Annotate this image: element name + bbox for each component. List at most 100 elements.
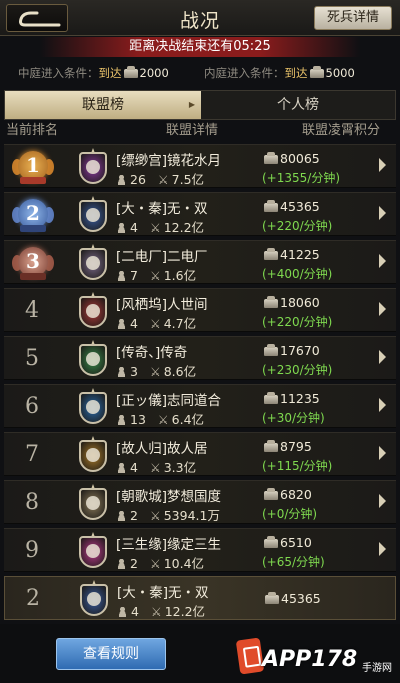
alliance-emblem-icon <box>74 436 112 474</box>
alliance-row[interactable]: 9 [三生缘]缘定三生 2 ⚔ 10.4亿 6510 (+65/分钟) <box>4 528 396 572</box>
row-detail-arrow-icon[interactable] <box>379 158 386 172</box>
alliance-stats: 26 ⚔ 7.5亿 <box>116 169 204 188</box>
row-detail-arrow-icon[interactable] <box>379 302 386 316</box>
score-icon <box>264 440 278 452</box>
alliance-score-rate: (+30/分钟) <box>262 411 325 425</box>
row-detail-arrow-icon[interactable] <box>379 254 386 268</box>
rank-number: 1 <box>26 153 40 177</box>
alliance-power: 1.6亿 <box>163 268 197 283</box>
alliance-power: 7.5亿 <box>171 172 205 187</box>
power-icon: ⚔ <box>150 605 162 619</box>
alliance-power: 5394.1万 <box>163 508 220 523</box>
inner-court-condition: 内庭进入条件：到达 5000 <box>204 60 355 86</box>
members-icon <box>116 222 127 233</box>
alliance-stats: 2 ⚔ 5394.1万 <box>116 505 220 524</box>
rank-number: 7 <box>25 442 39 467</box>
row-detail-arrow-icon[interactable] <box>379 446 386 460</box>
row-detail-arrow-icon[interactable] <box>379 350 386 364</box>
col-detail: 联盟详情 <box>166 123 219 138</box>
tab-personal[interactable]: 个人榜 <box>201 91 395 119</box>
alliance-emblem-icon <box>74 484 112 522</box>
alliance-stats: 13 ⚔ 6.4亿 <box>116 409 204 428</box>
col-score: 联盟凌霄积分 <box>302 123 381 138</box>
rank-number: 4 <box>25 298 39 323</box>
power-icon: ⚔ <box>149 365 161 379</box>
alliance-members: 3 <box>130 364 138 379</box>
alliance-score-rate: (+220/分钟) <box>262 219 333 233</box>
alliance-stats: 4 ⚔ 3.3亿 <box>116 457 196 476</box>
members-icon <box>116 174 127 185</box>
alliance-row[interactable]: 6 [正ッ儀]志同道合 13 ⚔ 6.4亿 11235 (+30/分钟) <box>4 384 396 428</box>
alliance-score: 6510 <box>262 535 312 550</box>
alliance-row[interactable]: 5 [传奇、]传奇 3 ⚔ 8.6亿 17670 (+230/分钟) <box>4 336 396 380</box>
score-icon <box>264 248 278 260</box>
own-power: 12.2亿 <box>164 604 206 619</box>
row-detail-arrow-icon[interactable] <box>379 542 386 556</box>
alliance-score-value: 8795 <box>280 439 312 454</box>
dead-soldier-details-button[interactable]: 死兵详情 <box>314 6 392 30</box>
alliance-row[interactable]: 1 [缥缈宫]镜花水月 26 ⚔ 7.5亿 80065 (+1355/分钟) <box>4 144 396 188</box>
row-detail-arrow-icon[interactable] <box>379 206 386 220</box>
own-alliance-name: [大・秦]无・双 <box>117 585 209 601</box>
alliance-members: 4 <box>130 316 138 331</box>
watermark-text: APP178 <box>262 647 358 672</box>
rank-number: 2 <box>26 201 40 225</box>
alliance-power: 3.3亿 <box>163 460 197 475</box>
alliance-members: 13 <box>130 412 146 427</box>
members-icon <box>116 510 127 521</box>
alliance-stats: 4 ⚔ 12.2亿 <box>116 217 204 236</box>
alliance-score-value: 6510 <box>280 535 312 550</box>
watermark: APP178 手游网 <box>235 635 396 679</box>
rank-number: 3 <box>26 249 40 273</box>
row-detail-arrow-icon[interactable] <box>379 398 386 412</box>
mid-court-value: 2000 <box>139 66 169 80</box>
score-icon <box>264 296 278 308</box>
score-icon <box>265 592 279 604</box>
alliance-stats: 2 ⚔ 10.4亿 <box>116 553 204 572</box>
tab-alliance[interactable]: 联盟榜 ▶ <box>5 91 201 119</box>
own-alliance-row[interactable]: 2 [大・秦]无・双 4 ⚔ 12.2亿 45365 <box>4 576 396 620</box>
alliance-score-rate: (+115/分钟) <box>262 459 333 473</box>
members-icon <box>116 414 127 425</box>
view-rules-button[interactable]: 查看规则 <box>56 638 166 670</box>
mid-court-reach: 到达 <box>98 66 122 80</box>
alliance-score-value: 45365 <box>280 199 320 214</box>
alliance-power: 12.2亿 <box>163 220 205 235</box>
rank-number: 9 <box>25 538 39 563</box>
alliance-row[interactable]: 7 [故人归]故人居 4 ⚔ 3.3亿 8795 (+115/分钟) <box>4 432 396 476</box>
alliance-members: 4 <box>130 460 138 475</box>
inner-court-reach: 到达 <box>284 66 308 80</box>
members-icon <box>116 366 127 377</box>
alliance-members: 26 <box>130 172 146 187</box>
alliance-row[interactable]: 2 [大・秦]无・双 4 ⚔ 12.2亿 45365 (+220/分钟) <box>4 192 396 236</box>
alliance-score-value: 6820 <box>280 487 312 502</box>
alliance-name: [传奇、]传奇 <box>116 345 188 361</box>
alliance-row[interactable]: 4 [风栖坞]人世间 4 ⚔ 4.7亿 18060 (+220/分钟) <box>4 288 396 332</box>
alliance-score: 17670 <box>262 343 320 358</box>
alliance-power: 4.7亿 <box>163 316 197 331</box>
power-icon: ⚔ <box>149 269 161 283</box>
inner-court-value: 5000 <box>325 66 355 80</box>
alliance-members: 4 <box>130 220 138 235</box>
alliance-emblem-icon <box>74 148 112 186</box>
alliance-emblem-icon <box>75 580 113 618</box>
row-detail-arrow-icon[interactable] <box>379 494 386 508</box>
alliance-row[interactable]: 3 [二电厂]二电厂 7 ⚔ 1.6亿 41225 (+400/分钟) <box>4 240 396 284</box>
alliance-name: [正ッ儀]志同道合 <box>116 393 222 409</box>
alliance-stats: 7 ⚔ 1.6亿 <box>116 265 196 284</box>
members-icon <box>116 318 127 329</box>
alliance-emblem-icon <box>74 388 112 426</box>
alliance-members: 7 <box>130 268 138 283</box>
members-icon <box>116 462 127 473</box>
footer: 查看规则 APP178 手游网 <box>0 624 400 683</box>
score-icon <box>264 344 278 356</box>
alliance-stats: 4 ⚔ 4.7亿 <box>116 313 196 332</box>
power-icon: ⚔ <box>157 413 169 427</box>
alliance-score-value: 11235 <box>280 391 320 406</box>
alliance-score-value: 17670 <box>280 343 320 358</box>
alliance-emblem-icon <box>74 244 112 282</box>
alliance-score-rate: (+1355/分钟) <box>262 171 341 185</box>
power-icon: ⚔ <box>149 509 161 523</box>
alliance-row[interactable]: 8 [朝歌城]梦想国度 2 ⚔ 5394.1万 6820 (+0/分钟) <box>4 480 396 524</box>
rank-number: 6 <box>25 394 39 419</box>
